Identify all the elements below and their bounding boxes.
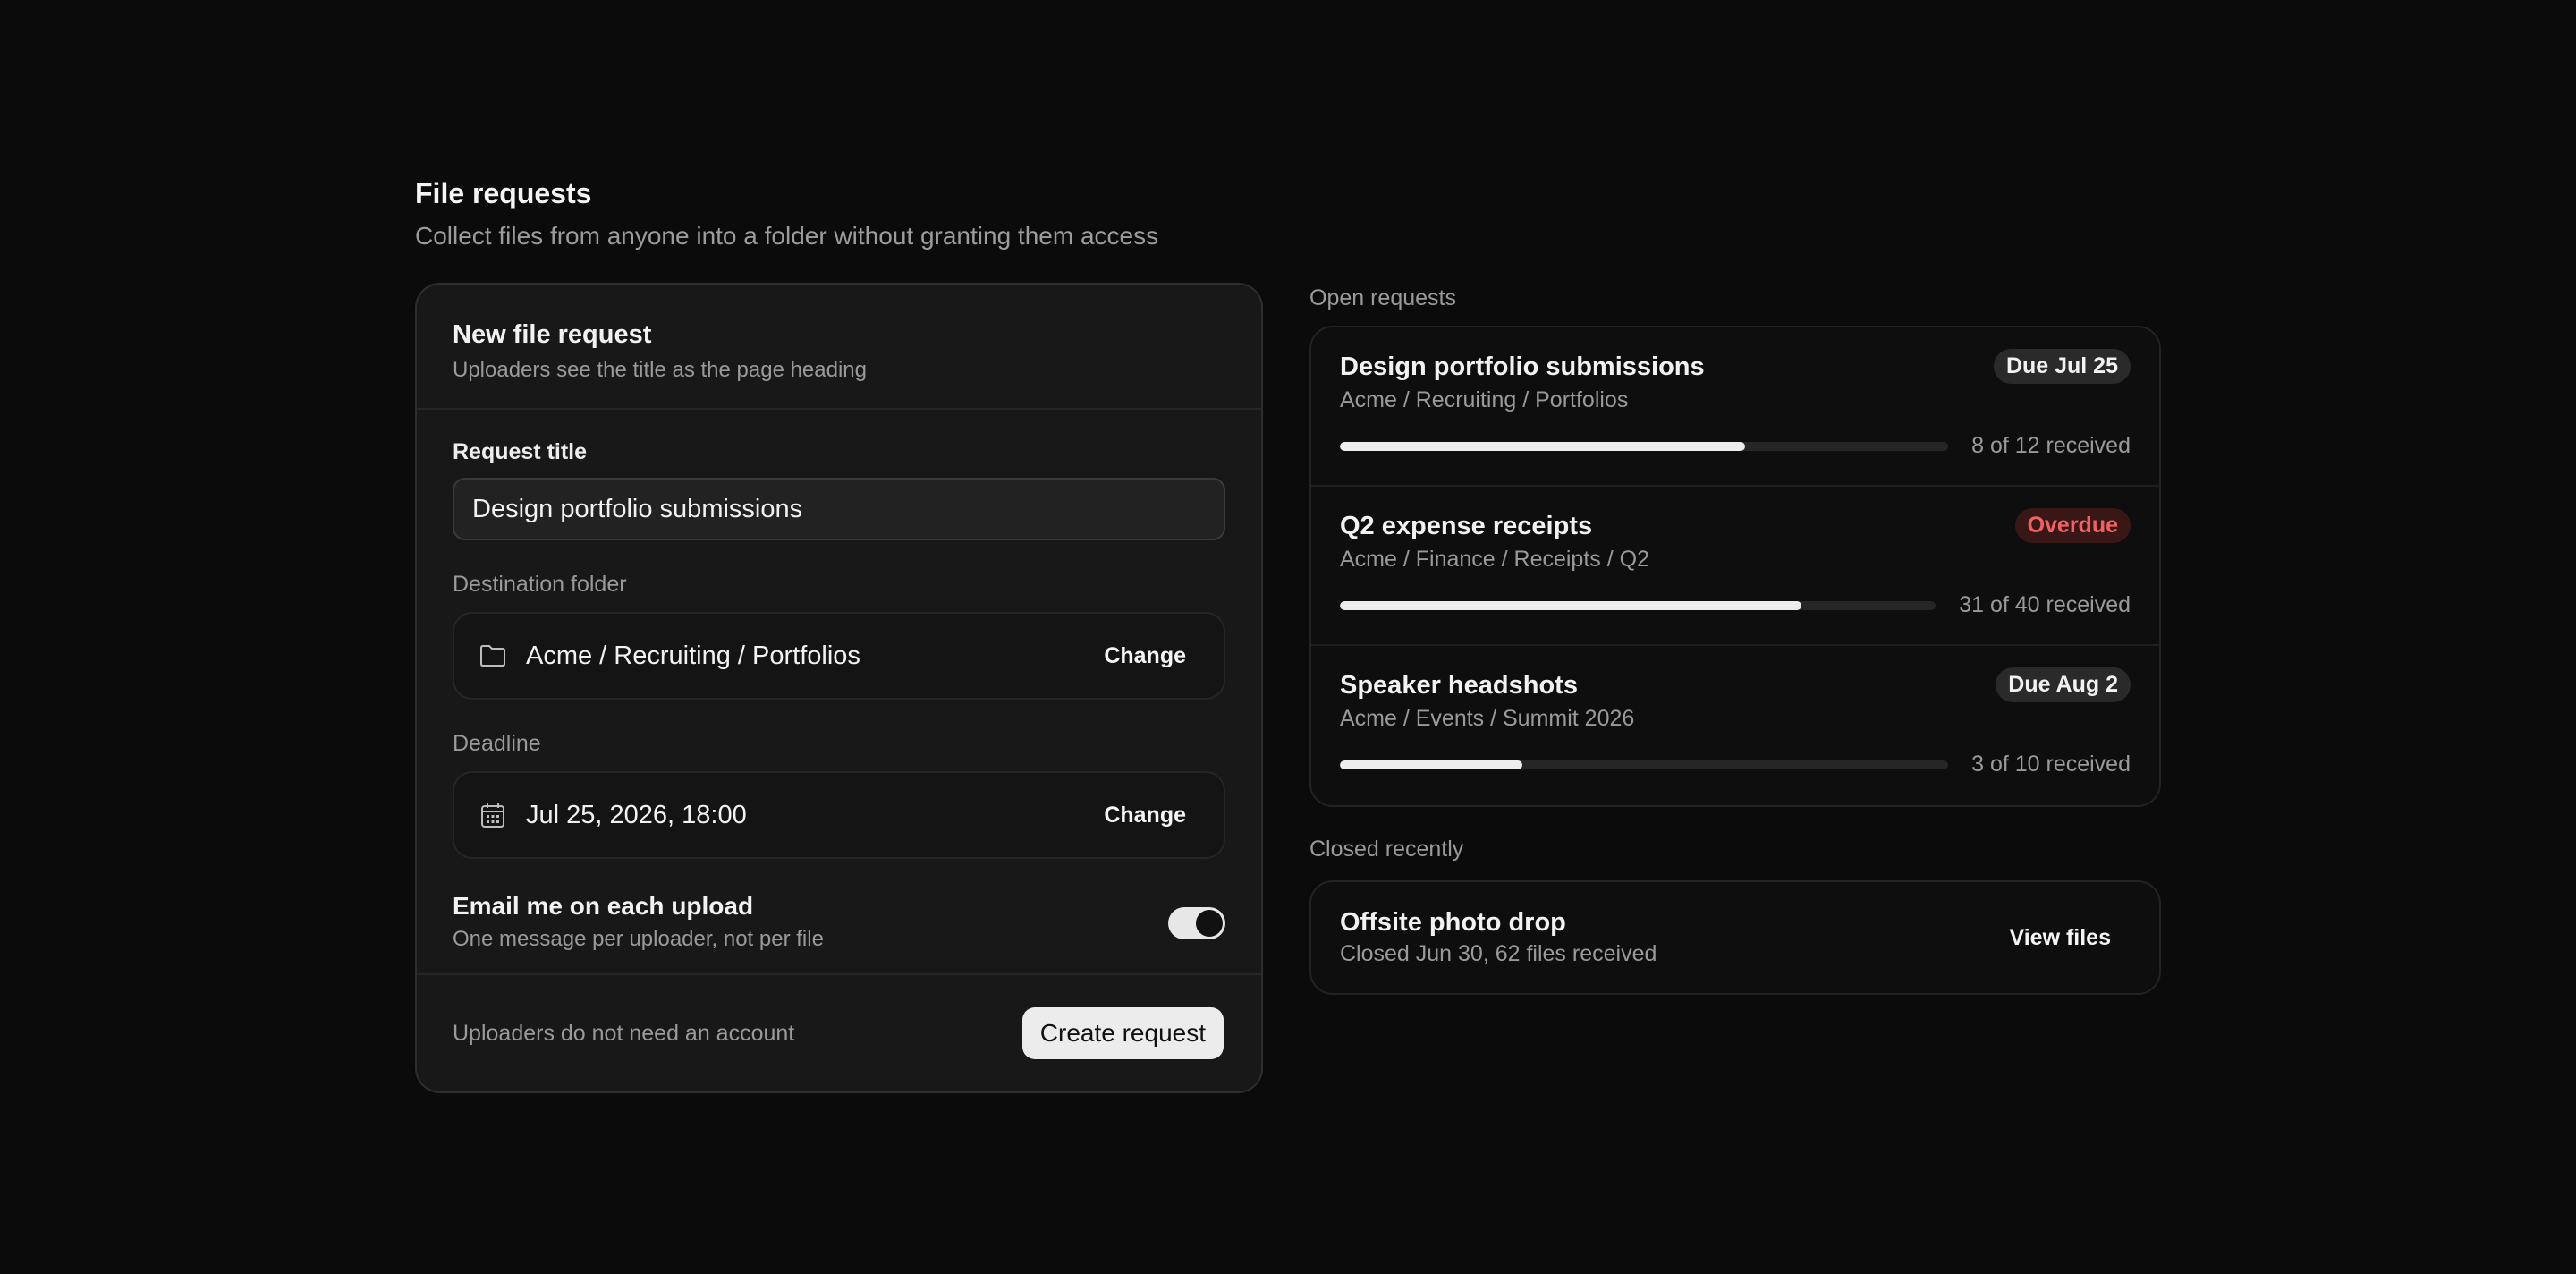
status-badge: Due Jul 25 [1993,349,2131,384]
request-title-label: Request title [453,439,588,464]
progress-bar [1340,760,1949,769]
destination-folder-value: Acme / Recruiting / Portfolios [526,641,860,670]
new-file-request-card: New file request Uploaders see the title… [415,283,1263,1093]
deadline-picker[interactable]: Jul 25, 2026, 18:00 Change [453,771,1225,859]
form-title: New file request [453,320,652,349]
open-request-item[interactable]: Design portfolio submissions Due Jul 25 … [1311,327,2159,487]
progress-text: 3 of 10 received [1971,752,2131,777]
page-subtitle: Collect files from anyone into a folder … [415,222,1159,250]
form-body: Request title Design portfolio submissio… [417,410,1261,952]
open-requests-list: Design portfolio submissions Due Jul 25 … [1309,326,2161,807]
request-title-input[interactable]: Design portfolio submissions [453,478,1225,540]
overdue-badge: Overdue [2014,508,2131,543]
progress-fill [1340,760,1523,769]
open-requests-label: Open requests [1309,285,1456,310]
change-deadline-button[interactable]: Change [1104,803,1186,828]
email-toggle-switch[interactable] [1168,907,1225,939]
form-subtitle: Uploaders see the title as the page head… [453,358,867,382]
progress-fill [1340,600,1802,610]
destination-folder-label: Destination folder [453,572,627,597]
closed-request-item: Offsite photo drop Closed Jun 30, 62 fil… [1309,880,2161,995]
request-title: Q2 expense receipts [1340,511,1593,540]
change-destination-button[interactable]: Change [1104,643,1186,669]
closed-request-title: Offsite photo drop [1340,908,1566,937]
email-toggle-row: Email me on each upload One message per … [453,889,1225,952]
closed-request-subtitle: Closed Jun 30, 62 files received [1340,941,1657,966]
progress-bar [1340,441,1949,451]
deadline-label: Deadline [453,731,541,756]
request-path: Acme / Finance / Receipts / Q2 [1340,547,1649,572]
calendar-icon [478,800,508,830]
destination-folder-picker[interactable]: Acme / Recruiting / Portfolios Change [453,612,1225,700]
email-toggle-title: Email me on each upload [453,892,754,920]
footer-note: Uploaders do not need an account [453,1020,795,1046]
requests-panel: Open requests Design portfolio submissio… [1309,283,2161,995]
request-title: Speaker headshots [1340,670,1578,700]
form-footer: Uploaders do not need an account Create … [417,973,1261,1091]
view-files-button[interactable]: View files [2010,925,2112,951]
folder-icon [478,641,508,671]
toggle-knob [1196,910,1223,937]
request-title: Design portfolio submissions [1340,352,1705,381]
create-request-button[interactable]: Create request [1021,1007,1224,1059]
open-request-item[interactable]: Speaker headshots Due Aug 2 Acme / Event… [1311,646,2159,805]
status-badge: Due Aug 2 [1996,667,2131,702]
request-path: Acme / Recruiting / Portfolios [1340,387,1629,412]
file-requests-page: File requests Collect files from anyone … [415,174,2161,1093]
form-header: New file request Uploaders see the title… [417,285,1261,410]
page-title: File requests [415,177,592,209]
progress-fill [1340,441,1746,451]
email-toggle-subtitle: One message per uploader, not per file [453,927,824,951]
progress-bar [1340,600,1936,610]
progress-text: 31 of 40 received [1959,592,2131,617]
request-path: Acme / Events / Summit 2026 [1340,706,1635,731]
progress-text: 8 of 12 received [1971,433,2131,458]
deadline-value: Jul 25, 2026, 18:00 [526,800,747,829]
closed-recently-label: Closed recently [1309,837,1464,862]
open-request-item[interactable]: Q2 expense receipts Overdue Acme / Finan… [1311,487,2159,646]
